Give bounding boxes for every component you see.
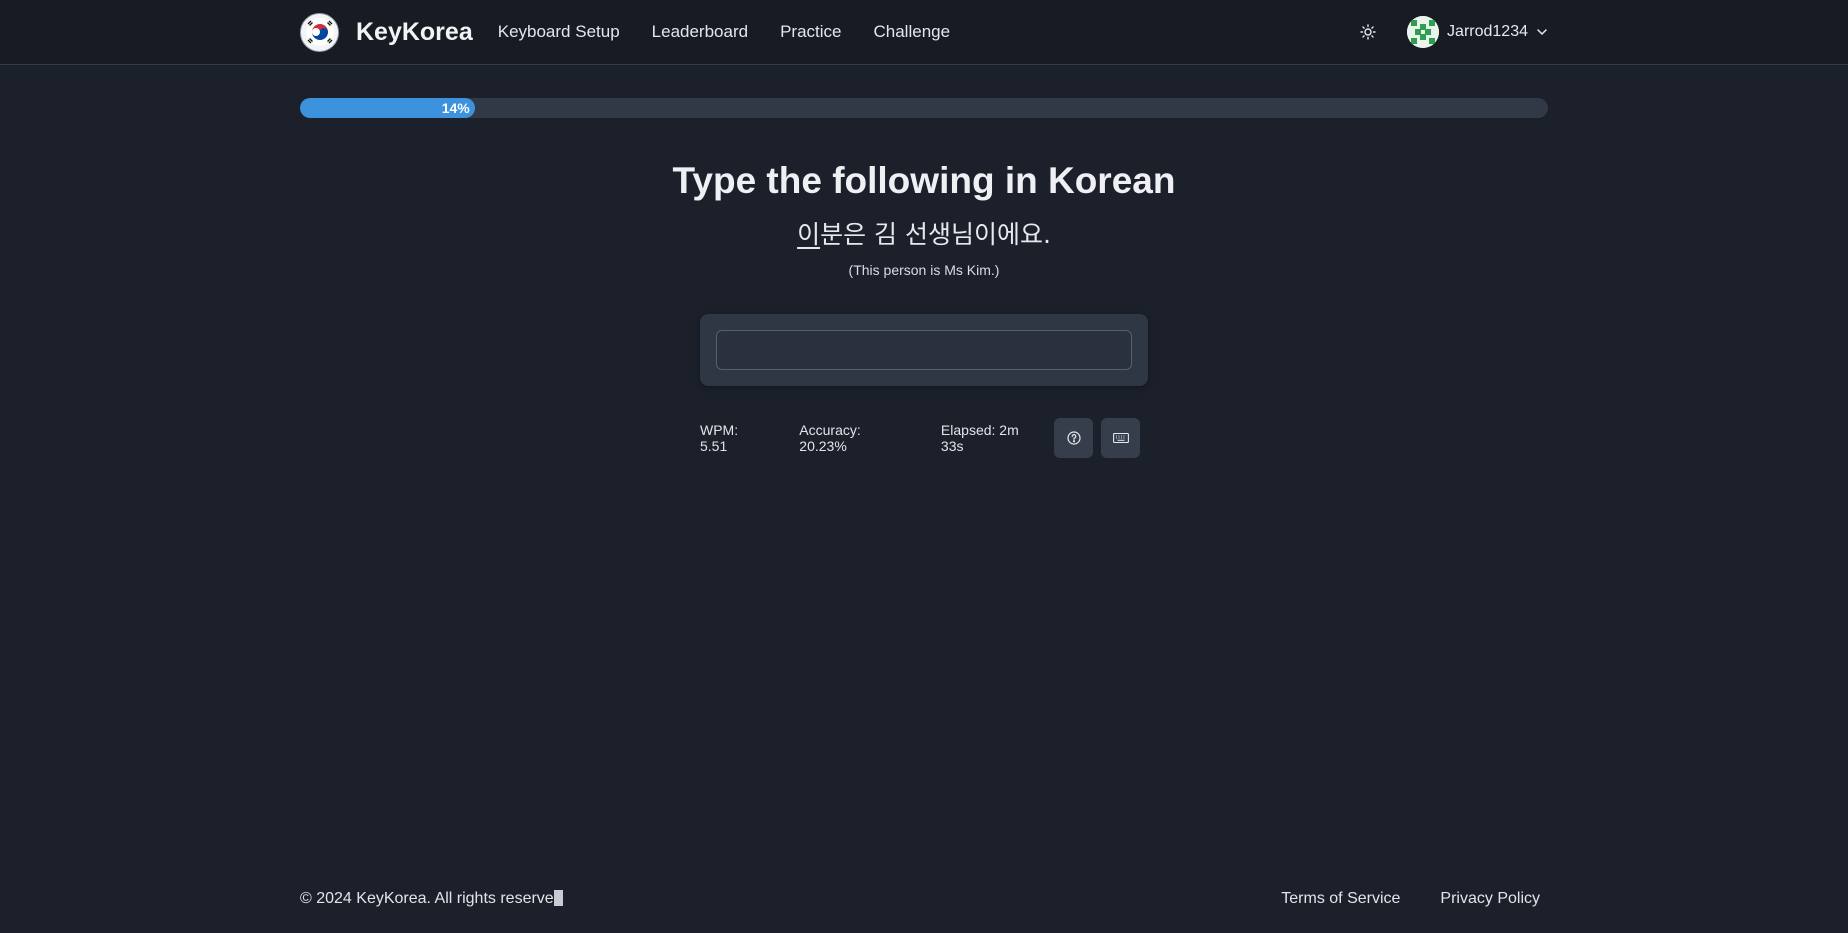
progress-fill: 14% (300, 98, 475, 118)
user-menu[interactable]: Jarrod1234 (1407, 16, 1548, 48)
copyright-text: © 2024 KeyKorea. All rights reserve (300, 890, 554, 907)
chevron-down-icon[interactable] (1536, 26, 1548, 38)
keyboard-icon (1112, 432, 1129, 444)
stats-bar: WPM: 5.51 Accuracy: 20.23% Elapsed: 2m 3… (700, 418, 1148, 458)
top-navbar: KeyKorea Keyboard Setup Leaderboard Prac… (0, 0, 1848, 65)
accuracy-stat: Accuracy: 20.23% (799, 422, 861, 454)
username[interactable]: Jarrod1234 (1447, 23, 1528, 41)
input-card (700, 314, 1148, 386)
translation-text: (This person is Ms Kim.) (848, 262, 1000, 278)
remaining-text: 분은 김 선생님이에요. (820, 220, 1051, 249)
nav-link-challenge[interactable]: Challenge (874, 22, 951, 42)
terms-of-service-link[interactable]: Terms of Service (1281, 890, 1400, 908)
footer-links: Terms of Service Privacy Policy (1241, 890, 1540, 908)
text-cursor (553, 890, 563, 906)
typing-input[interactable] (716, 330, 1132, 370)
korean-prompt: 이분은 김 선생님이에요. (0, 215, 1848, 251)
help-button[interactable] (1054, 418, 1094, 458)
progress-bar: 14% (300, 98, 1548, 118)
avatar-pattern-icon[interactable] (1407, 16, 1440, 48)
korean-flag-icon[interactable] (300, 12, 339, 52)
exercise-heading: Type the following in Korean (672, 160, 1176, 201)
keyboard-toggle-button[interactable] (1101, 418, 1140, 458)
navbar-inner: KeyKorea Keyboard Setup Leaderboard Prac… (300, 0, 1548, 64)
brand-name[interactable]: KeyKorea (356, 18, 473, 47)
current-character: 이 (797, 220, 821, 249)
nav-link-leaderboard[interactable]: Leaderboard (652, 22, 748, 42)
sun-icon[interactable] (1356, 20, 1380, 44)
nav-link-keyboard-setup[interactable]: Keyboard Setup (498, 22, 620, 42)
wpm-stat: WPM: 5.51 (700, 422, 739, 454)
nav-link-practice[interactable]: Practice (780, 22, 841, 42)
question-circle-icon (1067, 431, 1081, 445)
elapsed-stat: Elapsed: 2m 33s (940, 422, 1019, 454)
privacy-policy-link[interactable]: Privacy Policy (1440, 890, 1540, 908)
navbar-right: Jarrod1234 (1356, 16, 1548, 48)
progress-label: 14% (441, 100, 470, 116)
footer-copyright: © 2024 KeyKorea. All rights reserve (300, 890, 563, 908)
